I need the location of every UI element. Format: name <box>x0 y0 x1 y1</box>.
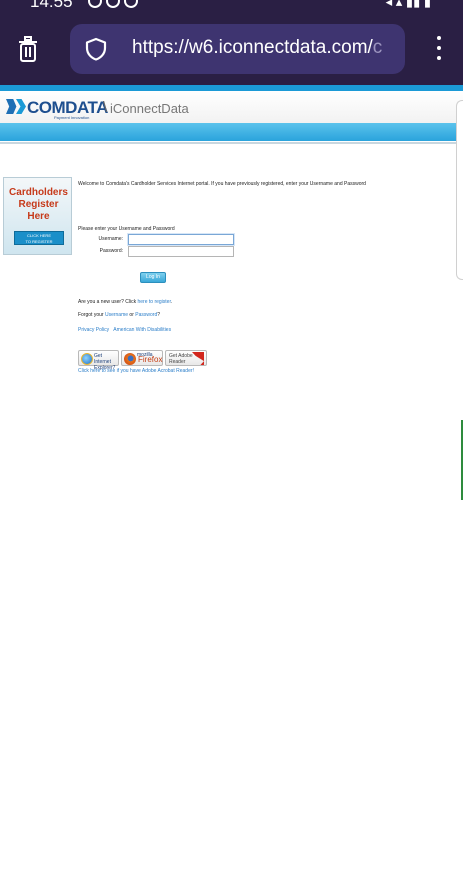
forgot-credentials-text: Forgot your Username or Password? <box>78 312 160 318</box>
status-time: 14:55 <box>30 0 73 11</box>
welcome-text: Welcome to Comdata's Cardholder Services… <box>78 181 366 187</box>
nav-divider <box>0 142 463 144</box>
promo-button-line-2: TO REGISTER <box>25 239 53 244</box>
comdata-logo[interactable]: COMDATA Payment Innovation \ iConnectDat… <box>6 98 189 120</box>
firefox-badge[interactable]: mozilla Firefox <box>121 350 163 366</box>
forgot-username-link[interactable]: Username <box>105 312 128 318</box>
password-label: Password: <box>99 248 123 254</box>
adobe-reader-icon <box>192 352 204 365</box>
promo-line-3: Here <box>27 211 50 222</box>
signal-icons: ◂ ▴ ▮▮ ▮ <box>385 0 431 9</box>
register-promo-banner[interactable]: Cardholders Register Here CLICK HERE TO … <box>3 177 72 255</box>
username-label: Username: <box>98 236 123 242</box>
ar-name: Reader <box>169 359 186 365</box>
new-user-prefix: Are you a new user? Click <box>78 299 138 305</box>
more-options-icon[interactable] <box>434 36 444 64</box>
internet-explorer-badge[interactable]: Get Internet Explorer7 <box>78 350 119 371</box>
policy-links: Privacy Policy American With Disabilitie… <box>78 327 171 333</box>
promo-line-1: Cardholders <box>9 187 68 198</box>
password-input[interactable] <box>128 246 234 257</box>
nav-bar <box>0 123 463 141</box>
firefox-icon <box>124 353 136 365</box>
trash-icon[interactable] <box>16 36 40 62</box>
url-text[interactable]: https://w6.iconnectdata.com/c <box>132 37 382 59</box>
click-to-register-button[interactable]: CLICK HERE TO REGISTER <box>14 231 64 245</box>
logo-tagline: Payment Innovation <box>54 115 90 120</box>
login-button[interactable]: Log In <box>140 272 166 283</box>
forgot-prefix: Forgot your <box>78 312 105 318</box>
logo-separator: \ <box>103 99 108 116</box>
forgot-suffix: ? <box>157 312 161 318</box>
shield-icon[interactable] <box>84 37 108 61</box>
ff-name: Firefox <box>138 355 163 364</box>
adobe-reader-badge[interactable]: Get Adobe Reader <box>165 350 207 366</box>
side-panel-handle[interactable] <box>456 100 463 280</box>
acrobat-check-link[interactable]: Click here to see if you have Adobe Acro… <box>78 368 194 374</box>
new-user-text: Are you a new user? Click here to regist… <box>78 299 172 305</box>
address-bar[interactable]: https://w6.iconnectdata.com/c <box>70 24 405 74</box>
forgot-password-link[interactable]: Password <box>135 312 157 318</box>
promo-line-2: Register <box>18 199 59 210</box>
disabilities-link[interactable]: American With Disabilities <box>113 327 171 333</box>
comdata-logo-icon-accent <box>16 99 26 114</box>
browser-toolbar: 14:55 ◂ ▴ ▮▮ ▮ https://w6.iconnectdata.c… <box>0 0 463 88</box>
product-name: iConnectData <box>110 101 189 116</box>
new-user-suffix: . <box>170 299 173 305</box>
username-input[interactable] <box>128 234 234 245</box>
enter-credentials-prompt: Please enter your Username and Password <box>78 226 175 232</box>
internet-explorer-icon <box>81 353 93 365</box>
ar-badge-text: Get Adobe Reader <box>169 353 193 365</box>
notification-icons <box>88 0 142 13</box>
privacy-policy-link[interactable]: Privacy Policy <box>78 327 109 333</box>
register-link[interactable]: here to register <box>137 299 170 305</box>
promo-heading: Cardholders Register Here <box>4 187 73 223</box>
